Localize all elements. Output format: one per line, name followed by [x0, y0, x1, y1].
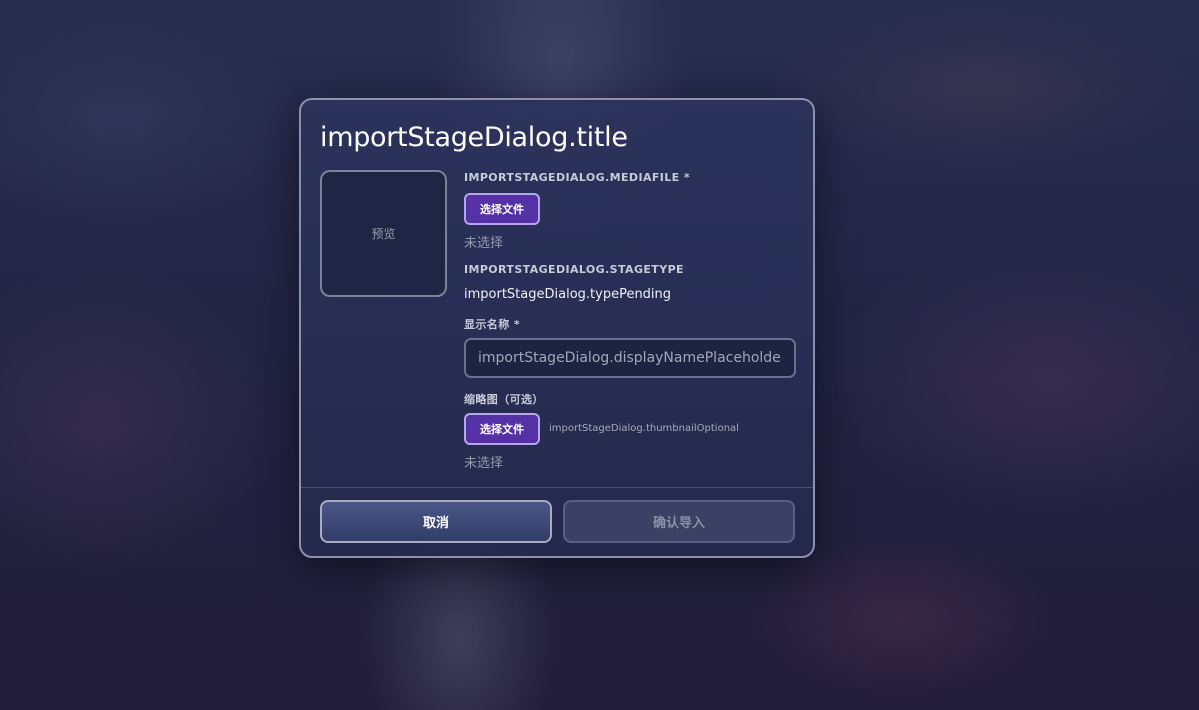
- import-stage-dialog: importStageDialog.title 预览 IMPORTSTAGEDI…: [299, 98, 815, 558]
- thumbnail-choose-button[interactable]: 选择文件: [464, 413, 540, 445]
- media-file-status: 未选择: [464, 236, 504, 251]
- dialog-title: importStageDialog.title: [320, 122, 628, 153]
- display-name-input[interactable]: [464, 338, 796, 378]
- thumbnail-status: 未选择: [464, 456, 504, 471]
- cancel-button[interactable]: 取消: [320, 500, 552, 543]
- thumbnail-label: 缩略图（可选）: [464, 393, 544, 406]
- preview-label: 预览: [371, 227, 396, 241]
- media-file-choose-button[interactable]: 选择文件: [464, 193, 540, 225]
- stage-type-label: IMPORTSTAGEDIALOG.STAGETYPE: [464, 263, 684, 276]
- display-name-label: 显示名称 *: [464, 318, 520, 331]
- confirm-import-button[interactable]: 确认导入: [563, 500, 795, 543]
- stage-type-value: importStageDialog.typePending: [464, 287, 672, 302]
- media-file-label: IMPORTSTAGEDIALOG.MEDIAFILE *: [464, 171, 690, 184]
- media-preview: 预览: [320, 170, 447, 297]
- thumbnail-hint: importStageDialog.thumbnailOptional: [549, 423, 739, 434]
- footer-divider: [301, 487, 813, 488]
